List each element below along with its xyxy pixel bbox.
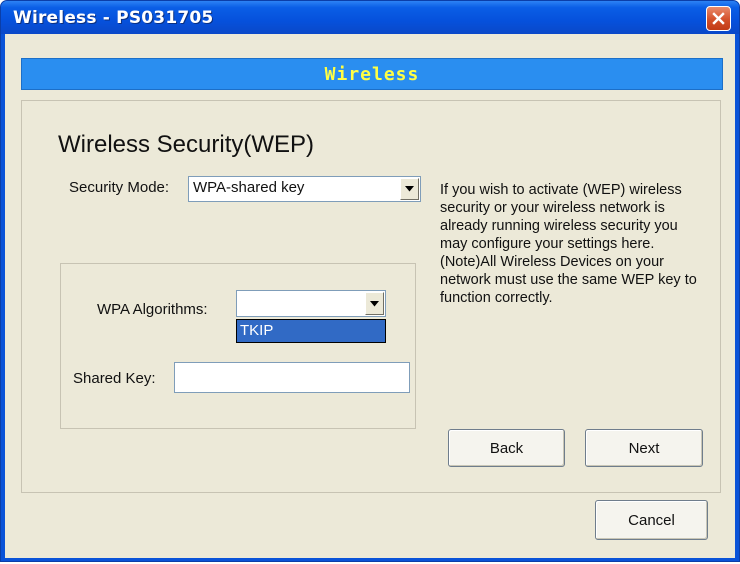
security-mode-label: Security Mode: <box>69 179 170 196</box>
close-icon <box>712 12 725 25</box>
wpa-algorithms-label: WPA Algorithms: <box>97 301 208 318</box>
dropdown-arrow-button[interactable] <box>365 292 384 315</box>
chevron-down-icon <box>405 186 414 192</box>
page-title: Wireless Security(WEP) <box>58 131 315 158</box>
window-title: Wireless - PS031705 <box>13 8 214 28</box>
dialog-client-area: Wireless Wireless Security(WEP) Security… <box>5 34 735 558</box>
main-panel: Wireless Security(WEP) Security Mode: WP… <box>21 100 721 493</box>
next-button[interactable]: Next <box>585 429 703 467</box>
help-text: If you wish to activate (WEP) wireless s… <box>440 182 697 306</box>
dropdown-option-tkip[interactable]: TKIP <box>240 322 273 339</box>
security-mode-value: WPA-shared key <box>193 179 305 196</box>
wpa-algorithms-dropdown-list: TKIP <box>236 319 386 343</box>
chevron-down-icon <box>370 300 379 306</box>
dropdown-arrow-button[interactable] <box>400 178 419 200</box>
security-mode-select[interactable]: WPA-shared key <box>188 176 421 202</box>
dialog-window: Wireless - PS031705 Wireless Wireless Se… <box>0 0 740 562</box>
close-button[interactable] <box>706 6 731 31</box>
title-bar[interactable]: Wireless - PS031705 <box>1 1 739 34</box>
shared-key-label: Shared Key: <box>73 370 156 387</box>
shared-key-input[interactable] <box>174 362 410 393</box>
section-banner: Wireless <box>21 58 723 90</box>
banner-title: Wireless <box>324 63 420 85</box>
back-button[interactable]: Back <box>448 429 565 467</box>
wpa-algorithms-select[interactable] <box>236 290 386 317</box>
cancel-button[interactable]: Cancel <box>595 500 708 540</box>
wpa-settings-group: WPA Algorithms: TKIP Shared Key: <box>60 263 416 429</box>
